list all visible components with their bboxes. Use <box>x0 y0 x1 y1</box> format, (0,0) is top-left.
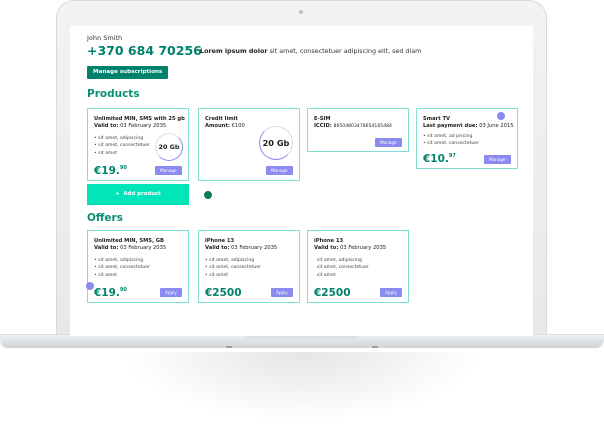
plus-icon: + <box>115 191 120 197</box>
offer-card: Unlimited MIN, SMS, GB Valid to: 03 Febr… <box>87 230 189 303</box>
manage-button[interactable]: Manage <box>484 155 511 164</box>
product-due: Last payment due: 03 June 2015 <box>423 123 514 129</box>
valid-label: Valid to: <box>314 245 339 251</box>
valid-label: Valid to: <box>205 245 230 251</box>
promo-bold: Lorem ipsum dolor <box>200 47 268 55</box>
indicator-dot <box>497 112 505 120</box>
offer-valid: Valid to: 03 February 2035 <box>205 245 277 251</box>
bullet-item: • sit amet, adipiscing <box>205 258 255 263</box>
valid-label: Valid to: <box>94 123 119 129</box>
bullet-item: sit amet, adipiscing <box>316 258 362 263</box>
manage-button[interactable]: Manage <box>266 166 293 175</box>
offer-card: iPhone 13 Valid to: 03 February 2035 • s… <box>198 230 300 303</box>
apply-button[interactable]: Apply <box>380 288 402 297</box>
laptop-screen: John Smith +370 684 70256 Lorem ipsum do… <box>70 26 533 336</box>
iccid-label: ICCID: <box>314 123 332 129</box>
camera-icon <box>299 10 303 14</box>
product-title: E-SIM <box>314 116 331 122</box>
products-title: Products <box>87 88 140 100</box>
product-title: Unlimited MIN, SMS with 25 gb <box>94 116 185 122</box>
add-product-label: Add product <box>123 191 161 197</box>
product-price: €10.97 <box>423 153 456 165</box>
slider-dot[interactable] <box>204 191 212 199</box>
valid-value: 03 February 2035 <box>340 245 387 251</box>
product-amount: Amount: €100 <box>205 123 245 129</box>
offer-card: iPhone 13 Valid to: 03 February 2035 sit… <box>307 230 409 303</box>
iccid-value: 86504803478654165484 <box>333 124 392 129</box>
add-product-button[interactable]: + Add product <box>87 184 189 205</box>
product-card: Credit limit Amount: €100 20 Gb Manage <box>198 108 300 181</box>
bullet-item: • sit amet, consectetuer <box>205 265 261 271</box>
bullet-item: • sit amet <box>205 272 229 278</box>
indicator-dot <box>86 282 94 290</box>
offer-price: €2500 <box>205 287 242 299</box>
bullet-item: sit amet <box>316 272 336 278</box>
manage-button[interactable]: Manage <box>155 166 182 175</box>
laptop-shadow <box>120 352 484 422</box>
product-title: Credit limit <box>205 116 238 122</box>
valid-value: 03 February 2035 <box>231 245 278 251</box>
product-iccid: ICCID: 86504803478654165484 <box>314 123 392 129</box>
offer-bullets: • sit amet, adipiscing • sit amet, conse… <box>94 257 150 279</box>
offer-price: €2500 <box>314 287 351 299</box>
offer-valid: Valid to: 03 February 2035 <box>94 245 166 251</box>
offer-price: €19.90 <box>94 287 127 299</box>
manage-button[interactable]: Manage <box>375 138 402 147</box>
bullet-item: • sit amet <box>94 272 118 278</box>
bullet-item: • sit amet, consectetuer <box>94 265 150 271</box>
valid-value: 03 February 2035 <box>120 245 167 251</box>
laptop-foot-left <box>226 346 232 348</box>
offer-title: iPhone 13 <box>314 238 344 244</box>
offers-title: Offers <box>87 212 123 224</box>
bullet-item: • sit amet, ad piscing <box>423 134 473 139</box>
amount-label: Amount: <box>205 123 230 129</box>
product-card: E-SIM ICCID: 86504803478654165484 Manage <box>307 108 409 152</box>
phone-number: +370 684 70256 <box>87 43 202 58</box>
apply-button[interactable]: Apply <box>271 288 293 297</box>
offer-bullets: • sit amet, adipiscing • sit amet, conse… <box>205 257 261 279</box>
data-usage-ring: 20 Gb <box>155 133 183 161</box>
apply-button[interactable]: Apply <box>160 288 182 297</box>
amount-value: €100 <box>231 123 245 129</box>
offer-bullets: sit amet, adipiscing sit amet, consectet… <box>314 257 369 279</box>
promo-text: Lorem ipsum dolor sit amet, consectetuer… <box>200 47 421 55</box>
user-name: John Smith <box>87 34 123 42</box>
product-title: Smart TV <box>423 116 451 122</box>
product-bullets: • sit amet, ad piscing • sit amet, conse… <box>423 133 479 148</box>
offer-valid: Valid to: 03 February 2035 <box>314 245 386 251</box>
bullet-item: • sit amet, consectetuer <box>423 141 479 147</box>
manage-subscriptions-button[interactable]: Manage subscriptions <box>87 66 169 79</box>
product-price: €19.90 <box>94 165 127 177</box>
bullet-item: • sit amet, adipiscing <box>94 136 144 141</box>
due-label: Last payment due: <box>423 123 478 129</box>
bullet-item: • sit amet, adipiscing <box>94 258 144 263</box>
due-value: 03 June 2015 <box>479 123 514 129</box>
laptop-foot-right <box>372 346 378 348</box>
promo-rest: sit amet, consectetuer adipiscing elit, … <box>267 47 422 55</box>
valid-value: 03 February 2035 <box>120 123 167 129</box>
offer-title: Unlimited MIN, SMS, GB <box>94 238 164 244</box>
product-valid: Valid to: 03 February 2035 <box>94 123 166 129</box>
valid-label: Valid to: <box>94 245 119 251</box>
data-usage-ring: 20 Gb <box>259 126 293 160</box>
offer-title: iPhone 13 <box>205 238 235 244</box>
product-bullets: • sit amet, adipiscing • sit amet, conse… <box>94 135 150 157</box>
product-card: Unlimited MIN, SMS with 25 gb Valid to: … <box>87 108 189 181</box>
bullet-item: sit amet, consectetuer <box>316 265 369 271</box>
bullet-item: • sit amet, consectetuer <box>94 143 150 149</box>
bullet-item: • sit amet <box>94 150 118 156</box>
